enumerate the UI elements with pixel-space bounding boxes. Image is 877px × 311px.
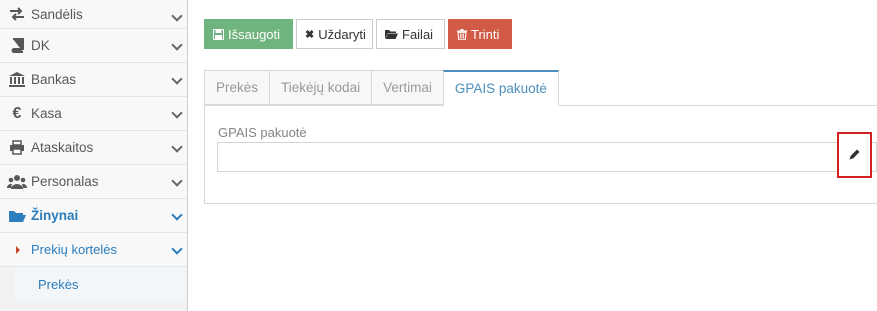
sidebar-item-label: DK [31,38,50,53]
tab-vertimai[interactable]: Vertimai [371,70,443,105]
chevron-down-icon [171,107,183,119]
delete-button-label: Trinti [471,26,500,42]
close-button-label: Uždaryti [318,26,366,42]
chevron-down-icon [171,73,183,85]
chevron-down-icon [171,175,183,187]
toolbar: Išsaugoti ✖ Uždaryti Failai Trinti [204,19,512,49]
close-icon: ✖ [305,28,315,41]
tab-tiekeju-kodai[interactable]: Tiekėjų kodai [269,70,372,105]
chevron-down-icon [171,10,183,22]
sidebar-item-label: Personalas [31,174,99,189]
tab-label: Vertimai [383,80,432,95]
edit-button[interactable] [837,132,872,178]
save-button[interactable]: Išsaugoti [204,19,293,49]
close-button[interactable]: ✖ Uždaryti [296,19,373,49]
caret-right-icon [16,246,20,254]
sidebar-item-bankas[interactable]: Bankas [0,63,187,97]
book-icon [6,38,28,53]
sidebar-item-zinynai[interactable]: Žinynai [0,199,187,233]
sidebar-item-label: Sandėlis [31,6,83,22]
sidebar-item-dk[interactable]: DK [0,29,187,63]
files-button-label: Failai [402,26,434,42]
chevron-down-icon [171,39,183,51]
sidebar-item-label: Bankas [31,72,77,87]
sidebar-item-kasa[interactable]: € Kasa [0,97,187,131]
tab-label: GPAIS pakuotė [454,81,547,96]
folder-open-icon [385,29,398,40]
sidebar: Sandėlis DK Bankas € Kasa Ataskaitos Per… [0,0,188,311]
tab-prekes[interactable]: Prekės [204,70,270,105]
save-button-label: Išsaugoti [228,26,281,42]
tab-label: Tiekėjų kodai [281,80,361,95]
sidebar-item-personalas[interactable]: Personalas [0,165,187,199]
sidebar-item-label: Kasa [31,106,62,121]
sidebar-subitem-prekes[interactable]: Prekės [0,267,187,301]
folder-open-icon [6,209,28,223]
tab-label: Prekės [216,80,259,95]
sidebar-subitem-label: Prekių kortelės [31,242,117,257]
sidebar-subitem-label: Prekės [38,276,79,292]
chevron-down-icon [171,209,183,221]
pencil-icon [849,148,860,163]
gpais-field[interactable] [217,142,877,172]
exchange-icon [6,7,28,21]
sidebar-item-label: Žinynai [31,208,79,223]
floppy-disk-icon [213,28,224,40]
trash-icon [457,28,467,40]
bank-icon [6,72,28,87]
sidebar-item-sandelis[interactable]: Sandėlis [0,0,187,29]
files-button[interactable]: Failai [376,19,445,49]
sidebar-item-ataskaitos[interactable]: Ataskaitos [0,131,187,165]
euro-icon: € [12,104,22,122]
tab-bar: Prekės Tiekėjų kodai Vertimai GPAIS paku… [204,70,559,106]
chevron-down-icon [171,141,183,153]
chevron-down-icon [171,243,183,255]
sidebar-item-label: Ataskaitos [31,140,94,155]
tab-panel: GPAIS pakuotė [204,105,877,204]
users-icon [6,174,28,189]
sidebar-subitem-prekiu-korteles[interactable]: Prekių kortelės [0,233,187,267]
tab-gpais-pakuote[interactable]: GPAIS pakuotė [442,70,559,106]
gpais-field-label: GPAIS pakuotė [218,125,307,140]
delete-button[interactable]: Trinti [448,19,512,49]
printer-icon [6,140,28,155]
